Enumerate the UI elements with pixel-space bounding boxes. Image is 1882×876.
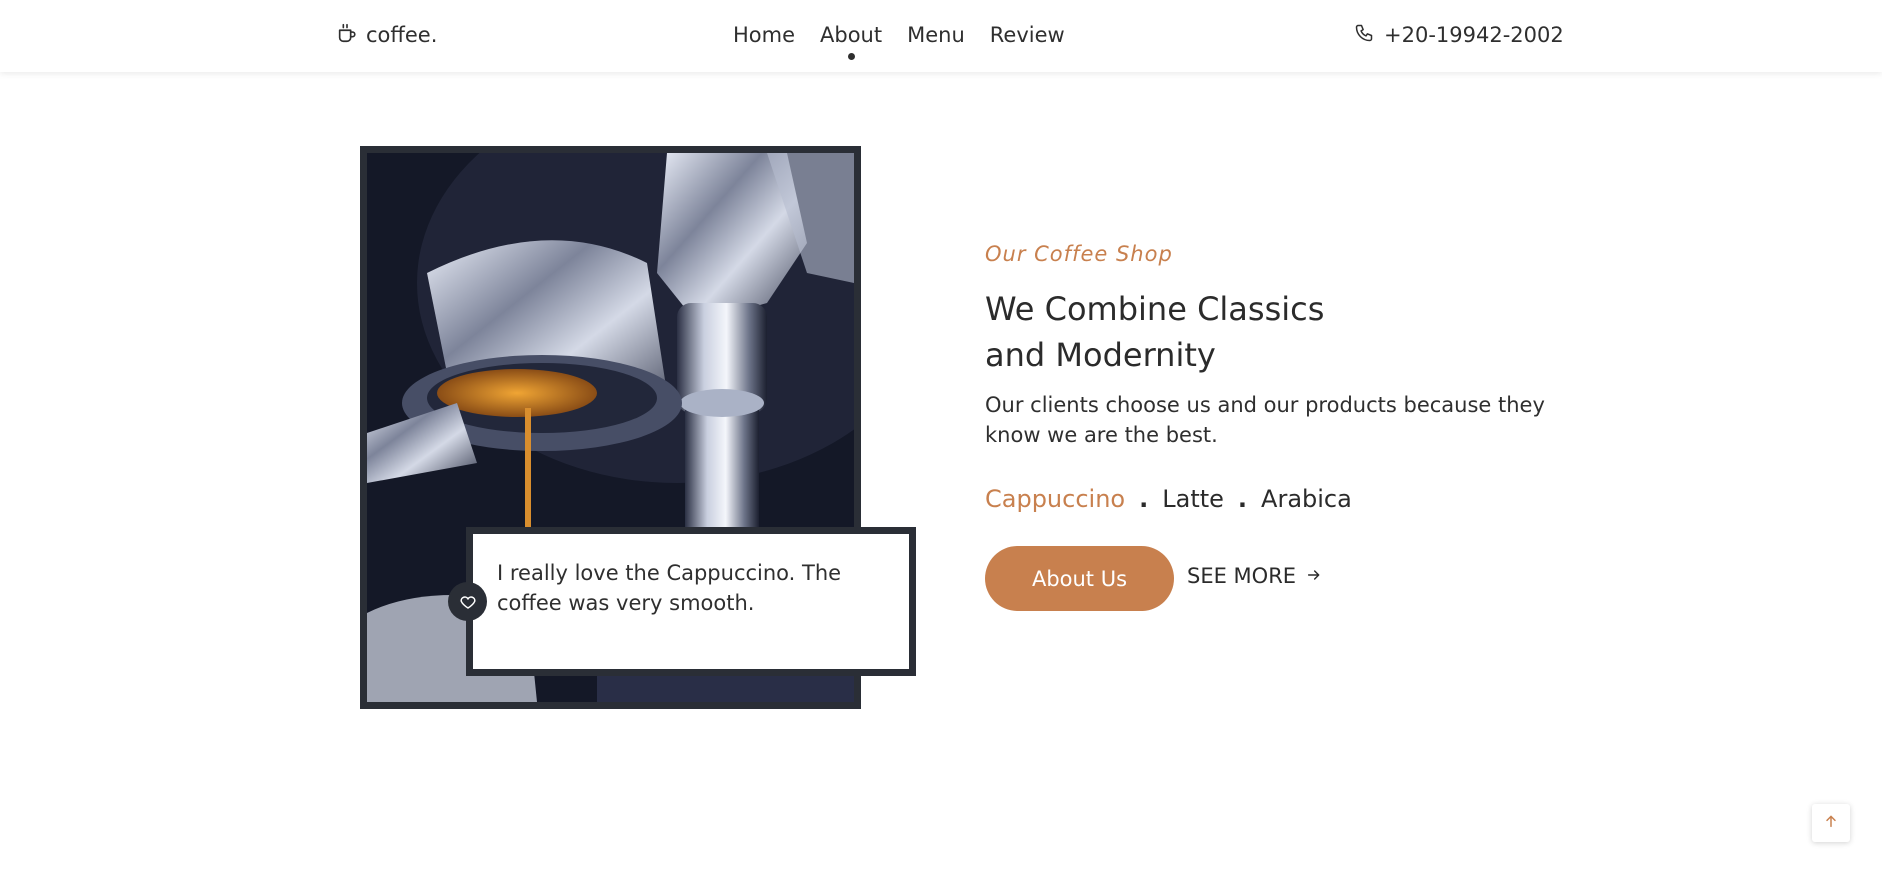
nav-menu[interactable]: Menu xyxy=(907,20,965,50)
arrow-up-icon xyxy=(1823,813,1839,833)
coffee-tags: Cappuccino . Latte . Arabica xyxy=(985,485,1352,513)
section-eyebrow: Our Coffee Shop xyxy=(985,242,1173,266)
nav-home[interactable]: Home xyxy=(733,20,795,50)
tag-separator: . xyxy=(1237,485,1248,513)
brand[interactable]: coffee. xyxy=(336,20,437,50)
phone-icon xyxy=(1354,23,1374,48)
navbar: coffee. Home About Menu Review +20-19942… xyxy=(0,0,1882,72)
page: coffee. Home About Menu Review +20-19942… xyxy=(0,0,1882,876)
nav-about-label: About xyxy=(820,23,883,47)
tag-arabica[interactable]: Arabica xyxy=(1261,485,1352,513)
main-nav: Home About Menu Review xyxy=(733,20,1065,60)
phone-number: +20-19942-2002 xyxy=(1384,23,1564,47)
arrow-right-icon xyxy=(1306,564,1322,588)
headline-line-2: and Modernity xyxy=(985,336,1216,374)
brand-name: coffee. xyxy=(366,23,438,47)
tag-separator: . xyxy=(1139,485,1149,513)
coffee-cup-icon xyxy=(336,22,358,49)
tag-latte[interactable]: Latte xyxy=(1162,485,1224,513)
headline-line-1: We Combine Classics xyxy=(985,290,1325,328)
section-headline: We Combine Classics and Modernity xyxy=(985,286,1405,378)
about-us-button[interactable]: About Us xyxy=(985,546,1174,611)
nav-about[interactable]: About xyxy=(820,20,883,60)
phone-contact[interactable]: +20-19942-2002 xyxy=(1354,20,1564,50)
heart-icon[interactable] xyxy=(448,582,487,621)
active-indicator xyxy=(847,53,855,60)
scroll-to-top-button[interactable] xyxy=(1812,804,1850,842)
tag-cappuccino[interactable]: Cappuccino xyxy=(985,485,1125,513)
see-more-label: SEE MORE xyxy=(1187,564,1297,588)
section-description: Our clients choose us and our products b… xyxy=(985,393,1545,447)
review-text: I really love the Cappuccino. The coffee… xyxy=(497,561,842,615)
review-card: I really love the Cappuccino. The coffee… xyxy=(466,527,916,676)
see-more-link[interactable]: SEE MORE xyxy=(1187,564,1322,588)
nav-review[interactable]: Review xyxy=(990,20,1065,50)
